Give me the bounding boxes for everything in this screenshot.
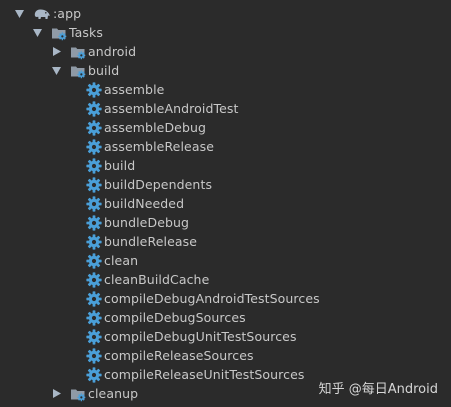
gear-icon	[86, 290, 102, 307]
gear-icon	[86, 81, 102, 98]
task-label: buildNeeded	[104, 196, 185, 211]
watermark: 知乎 @每日Android	[318, 382, 438, 397]
task-item[interactable]: assembleDebug	[86, 118, 206, 137]
gear-folder-icon	[70, 386, 86, 402]
task-item[interactable]: assembleRelease	[86, 137, 214, 156]
module-label: :app	[53, 6, 82, 21]
group-label-build: build	[88, 63, 120, 78]
task-item[interactable]: compileDebugUnitTestSources	[86, 327, 297, 346]
task-item[interactable]: assembleAndroidTest	[86, 99, 239, 118]
gear-icon	[86, 195, 102, 212]
gear-icon	[86, 328, 102, 345]
task-label: cleanBuildCache	[104, 272, 210, 287]
gear-icon	[86, 100, 102, 117]
task-label: compileReleaseUnitTestSources	[104, 367, 305, 382]
task-item[interactable]: compileDebugSources	[86, 308, 246, 327]
task-label: assembleDebug	[104, 120, 207, 135]
tree-node-android[interactable]: android	[52, 42, 136, 61]
gear-folder-icon	[70, 44, 86, 60]
task-label: buildDependents	[104, 177, 213, 192]
gear-icon	[86, 252, 102, 269]
group-label-android: android	[88, 44, 137, 59]
gear-folder-icon	[70, 63, 86, 79]
task-label: assemble	[104, 82, 165, 97]
gear-icon	[86, 347, 102, 364]
triangle-down-icon[interactable]	[52, 66, 61, 76]
group-label-cleanup: cleanup	[88, 386, 139, 401]
triangle-right-icon[interactable]	[52, 389, 61, 399]
task-item[interactable]: bundleDebug	[86, 213, 189, 232]
task-label: build	[104, 158, 136, 173]
gear-icon	[86, 309, 102, 326]
task-label: compileDebugUnitTestSources	[104, 329, 297, 344]
triangle-right-icon[interactable]	[52, 47, 61, 57]
task-item[interactable]: buildNeeded	[86, 194, 184, 213]
task-label: compileReleaseSources	[104, 348, 254, 363]
task-label: assembleRelease	[104, 139, 214, 154]
gear-icon	[86, 119, 102, 136]
gear-icon	[86, 157, 102, 174]
gear-icon	[86, 214, 102, 231]
task-label: bundleRelease	[104, 234, 198, 249]
triangle-down-icon[interactable]	[15, 9, 24, 19]
task-item[interactable]: compileReleaseUnitTestSources	[86, 365, 305, 384]
task-label: compileDebugAndroidTestSources	[104, 291, 320, 306]
task-item[interactable]: compileDebugAndroidTestSources	[86, 289, 320, 308]
task-label: assembleAndroidTest	[104, 101, 239, 116]
gear-icon	[86, 176, 102, 193]
gradle-elephant-icon	[33, 6, 51, 22]
task-item[interactable]: bundleRelease	[86, 232, 197, 251]
tree-node-app[interactable]: :app	[15, 4, 81, 23]
task-item[interactable]: cleanBuildCache	[86, 270, 209, 289]
tree-node-tasks[interactable]: Tasks	[33, 23, 103, 42]
tasks-label: Tasks	[69, 25, 103, 40]
gear-icon	[86, 271, 102, 288]
task-item[interactable]: build	[86, 156, 135, 175]
gear-icon	[86, 233, 102, 250]
gear-folder-icon	[51, 25, 67, 41]
task-item[interactable]: clean	[86, 251, 138, 270]
task-label: bundleDebug	[104, 215, 190, 230]
task-label: compileDebugSources	[104, 310, 246, 325]
gear-icon	[86, 138, 102, 155]
task-item[interactable]: compileReleaseSources	[86, 346, 254, 365]
tree-node-build[interactable]: build	[52, 61, 119, 80]
task-item[interactable]: buildDependents	[86, 175, 212, 194]
gear-icon	[86, 366, 102, 383]
task-item[interactable]: assemble	[86, 80, 164, 99]
tree-node-cleanup[interactable]: cleanup	[52, 384, 138, 403]
triangle-down-icon[interactable]	[33, 28, 42, 38]
task-label: clean	[104, 253, 139, 268]
